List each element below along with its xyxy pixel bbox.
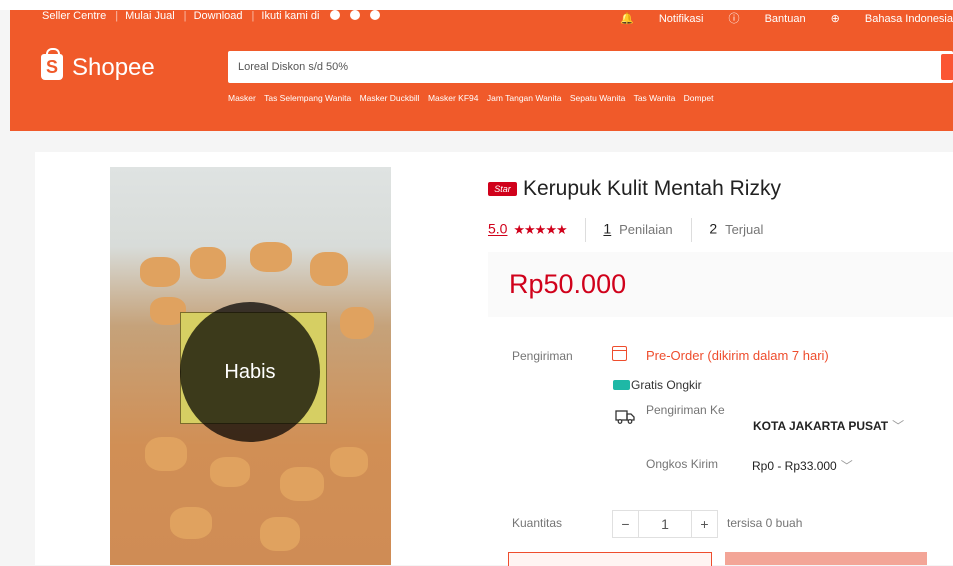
search-button[interactable]: [941, 54, 953, 80]
stock-remaining: tersisa 0 buah: [727, 516, 803, 530]
sold-label: Terjual: [725, 221, 764, 237]
suggestion-link[interactable]: Masker Duckbill: [360, 93, 420, 103]
quantity-input[interactable]: 1: [639, 511, 691, 537]
rating-stars-icon: ★★★★★: [513, 221, 567, 237]
suggestion-link[interactable]: Tas Wanita: [634, 93, 676, 103]
top-edge: [0, 0, 953, 10]
ship-to-selector[interactable]: KOTA JAKARTA PUSAT ﹀: [753, 417, 904, 434]
search-input[interactable]: [238, 57, 918, 77]
ship-to-value: KOTA JAKARTA PUSAT: [753, 419, 889, 433]
shipping-cost-selector[interactable]: Rp0 - Rp33.000 ﹀: [752, 457, 853, 474]
suggestion-link[interactable]: Sepatu Wanita: [570, 93, 625, 103]
logo-text: Shopee: [72, 54, 155, 81]
help-link[interactable]: ⓘ Bantuan: [729, 13, 806, 25]
suggestion-link[interactable]: Tas Selempang Wanita: [264, 93, 351, 103]
follow-us-label: Ikuti kami di: [261, 10, 320, 22]
instagram-icon[interactable]: [349, 10, 360, 20]
decrease-button[interactable]: −: [613, 511, 639, 537]
language-selector[interactable]: ⊕ Bahasa Indonesia: [831, 13, 953, 25]
calendar-icon: [612, 346, 627, 361]
facebook-icon[interactable]: [329, 10, 340, 20]
chevron-down-icon: ﹀: [840, 459, 853, 473]
site-header: Seller Centre | Mulai Jual | Download | Iku…: [10, 10, 953, 131]
search-bar: [228, 51, 953, 83]
product-price: Rp50.000: [509, 269, 627, 299]
download-link[interactable]: Download: [194, 10, 243, 22]
rating-score[interactable]: 5.0: [488, 221, 507, 237]
price-section: Rp50.000: [488, 252, 953, 317]
divider: [690, 218, 692, 242]
ship-to-label: Pengiriman Ke: [646, 403, 725, 417]
seller-centre-link[interactable]: Seller Centre: [42, 10, 106, 22]
product-title: Kerupuk Kulit Mentah Rizky: [523, 177, 781, 200]
add-to-cart-button[interactable]: [508, 552, 712, 566]
suggestion-link[interactable]: Masker: [228, 93, 256, 103]
mulai-jual-link[interactable]: Mulai Jual: [125, 10, 175, 22]
quantity-label: Kuantitas: [512, 516, 563, 530]
suggestion-link[interactable]: Masker KF94: [428, 93, 479, 103]
shopping-bag-icon: S: [41, 48, 63, 80]
star-seller-badge: Star: [488, 182, 517, 196]
top-navbar: Seller Centre | Mulai Jual | Download | Iku…: [42, 10, 953, 25]
shipping-cost-value: Rp0 - Rp33.000: [752, 459, 837, 473]
language-label: Bahasa Indonesia: [864, 13, 953, 25]
free-shipping-label: Gratis Ongkir: [631, 378, 702, 392]
truck-icon: [615, 410, 635, 424]
free-shipping-icon: [613, 380, 630, 390]
review-count[interactable]: 1: [603, 221, 611, 237]
notifications-link[interactable]: 🔔 Notifikasi: [620, 13, 703, 25]
preorder-info: Pre-Order (dikirim dalam 7 hari): [646, 348, 829, 363]
rating-row: 5.0 ★★★★★ 1 Penilaian 2 Terjual: [488, 218, 763, 242]
increase-button[interactable]: +: [691, 511, 717, 537]
sold-out-overlay: Habis: [180, 302, 320, 442]
sold-count: 2: [709, 220, 718, 237]
line-icon[interactable]: [369, 10, 380, 20]
shipping-label: Pengiriman: [512, 349, 573, 363]
suggestion-link[interactable]: Jam Tangan Wanita: [487, 93, 562, 103]
product-title-row: Star Kerupuk Kulit Mentah Rizky: [488, 177, 781, 201]
buy-now-button[interactable]: [725, 552, 927, 565]
quantity-stepper: − 1 +: [612, 510, 718, 538]
help-label: Bantuan: [764, 13, 806, 25]
shipping-cost-label: Ongkos Kirim: [646, 457, 719, 471]
chevron-down-icon: ﹀: [892, 419, 905, 433]
suggestion-link[interactable]: Dompet: [684, 93, 714, 103]
divider: [584, 218, 586, 242]
search-suggestions: Masker Tas Selempang Wanita Masker Duckb…: [228, 93, 953, 103]
review-label: Penilaian: [619, 221, 673, 237]
notifications-label: Notifikasi: [658, 13, 704, 25]
